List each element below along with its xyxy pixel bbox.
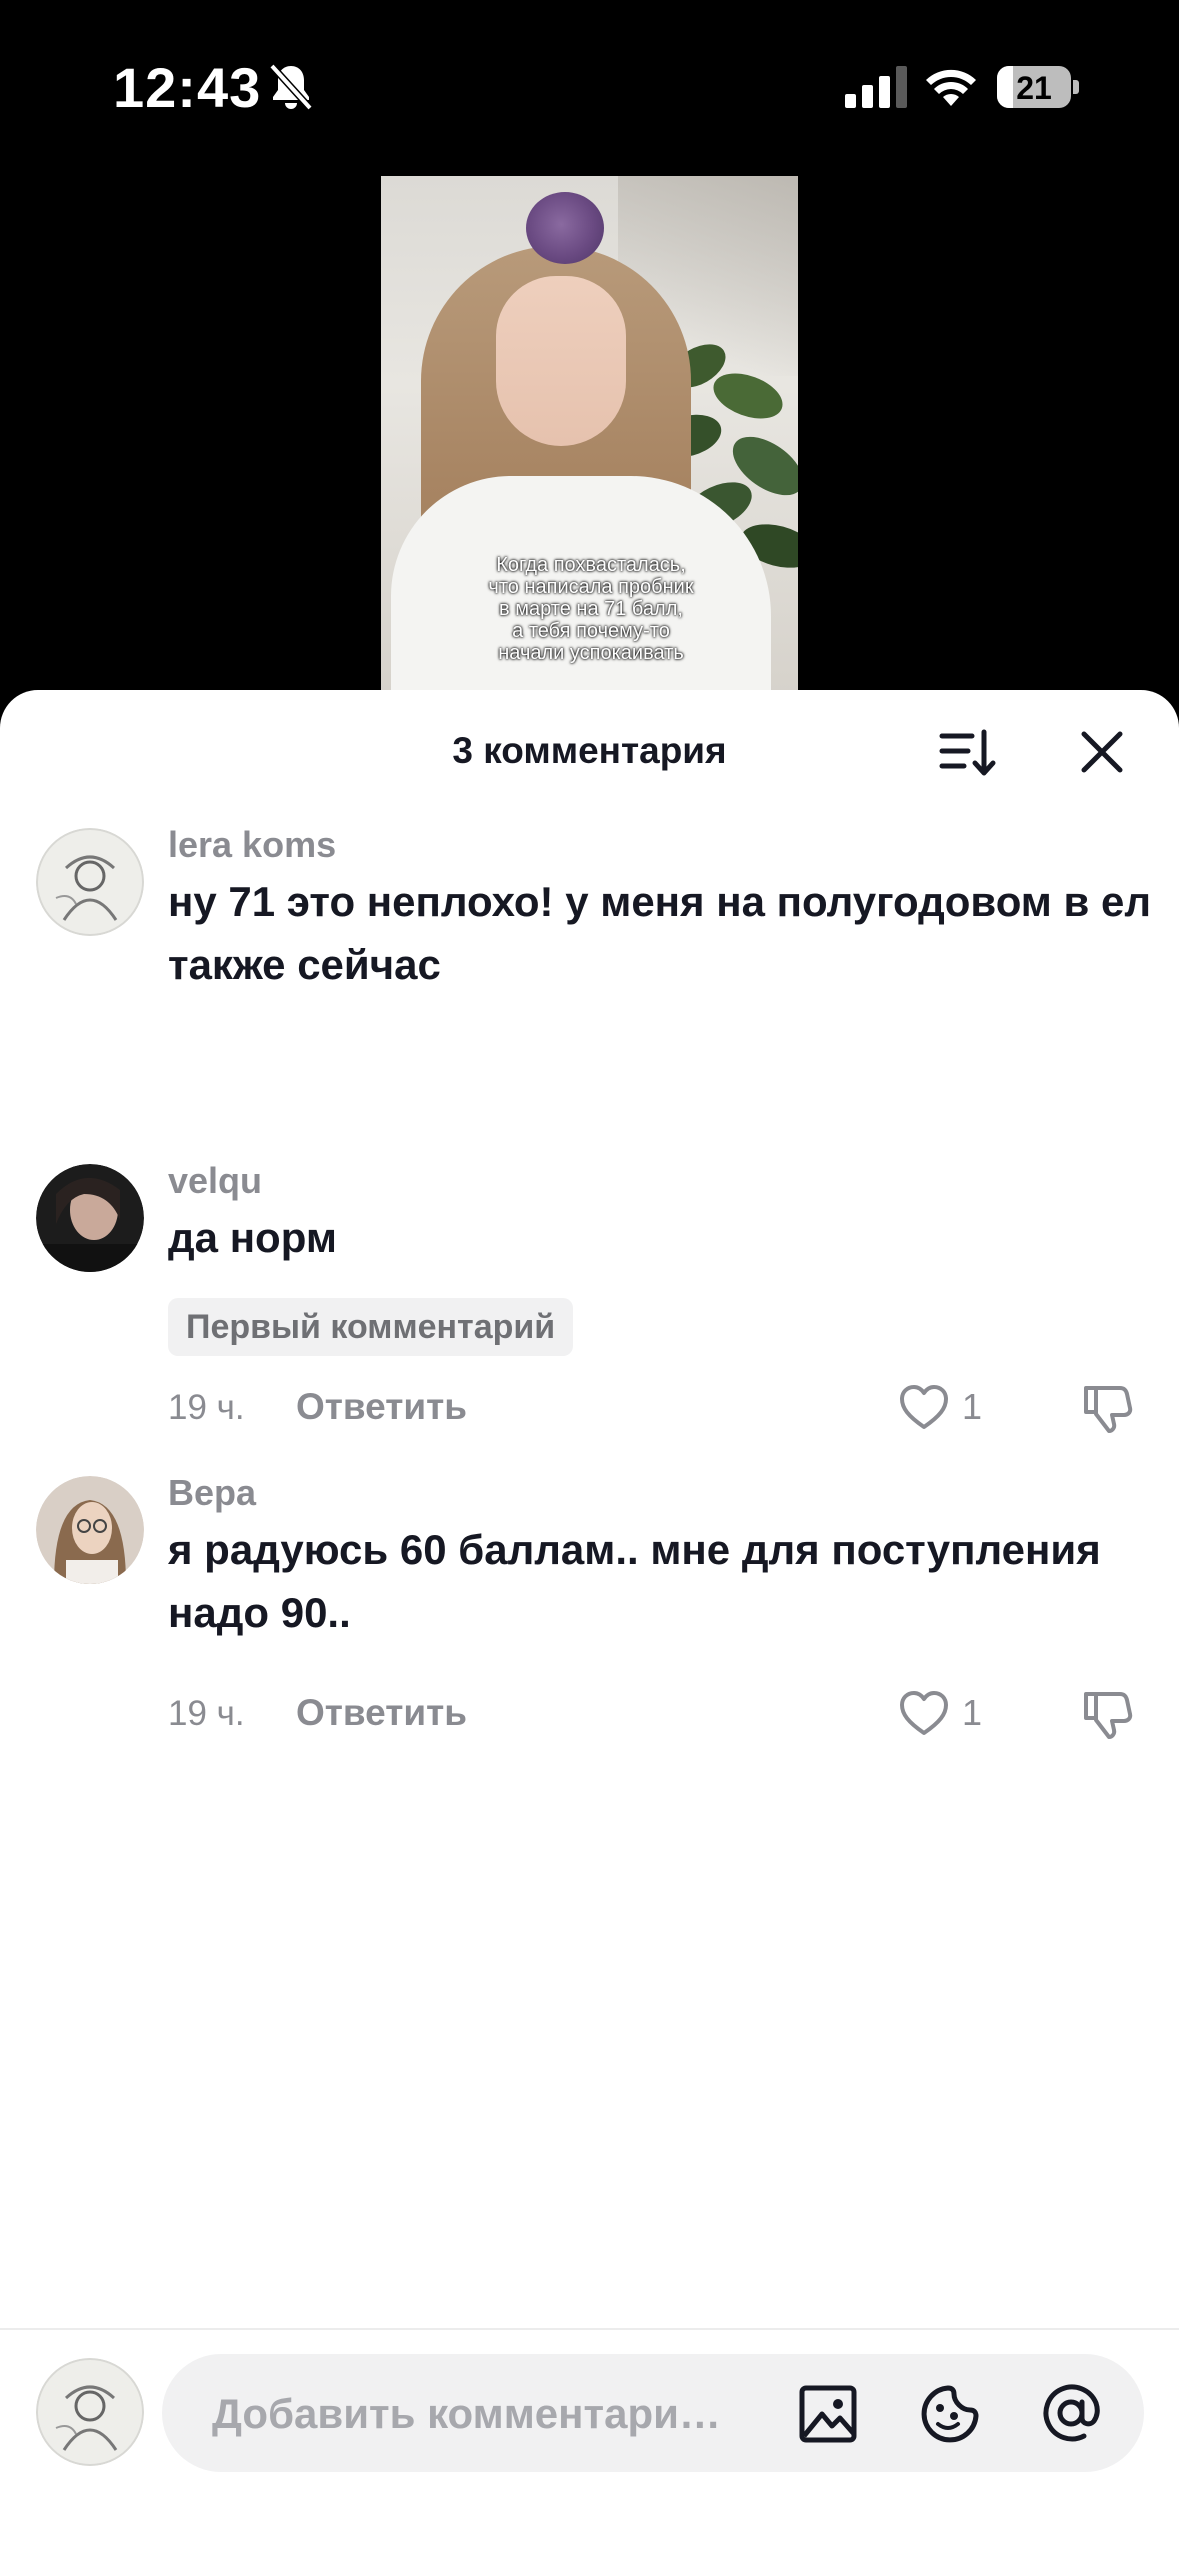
caption-line: а тебя почему-то [512, 620, 670, 642]
avatar[interactable] [36, 1476, 144, 1584]
avatar[interactable] [36, 828, 144, 936]
battery-icon: 21 [997, 66, 1079, 108]
comments-count-title: 3 комментария [452, 730, 727, 771]
comment-username[interactable]: lera koms [168, 824, 336, 866]
input-divider [0, 2328, 1179, 2330]
image-icon[interactable] [798, 2384, 858, 2444]
reply-button[interactable]: Ответить [296, 1386, 467, 1428]
close-icon[interactable] [1076, 726, 1128, 778]
comments-sheet: 3 комментария lera koms ну 71 это неплох… [0, 690, 1179, 2556]
avatar[interactable] [36, 1164, 144, 1272]
battery-level-text: 21 [1016, 70, 1052, 106]
caption-line: что написала пробник [488, 576, 694, 598]
comment-username[interactable]: Вера [168, 1472, 256, 1514]
caption-line: начали успокаивать [498, 642, 684, 664]
caption-line: Когда похвасталась, [496, 554, 686, 576]
comment-input-placeholder[interactable]: Добавить комментари… [212, 2390, 732, 2438]
wifi-icon [926, 69, 976, 106]
signal-icon [845, 66, 907, 108]
flower-image [526, 192, 604, 264]
comment-input[interactable]: Добавить комментари… [162, 2354, 1144, 2472]
comment-text: да норм [168, 1214, 337, 1261]
status-time: 12:43 [113, 56, 262, 119]
heart-icon[interactable] [898, 1382, 950, 1434]
status-bar: 12:43 21 [0, 0, 1179, 170]
comment-text: ну 71 это неплохо! у меня на полугодовом… [168, 878, 1152, 988]
avatar [36, 2358, 144, 2466]
mention-icon[interactable] [1038, 2380, 1104, 2446]
reply-button[interactable]: Ответить [296, 1692, 467, 1734]
comment-text: я радуюсь 60 баллам.. мне для поступлени… [168, 1526, 1101, 1636]
comment-time: 19 ч. [168, 1388, 245, 1427]
dislike-icon[interactable] [1080, 1686, 1134, 1740]
sort-icon[interactable] [938, 724, 996, 782]
like-count: 1 [962, 1386, 983, 1427]
dislike-icon[interactable] [1080, 1380, 1134, 1434]
emoji-icon[interactable] [918, 2382, 982, 2446]
person-face [496, 276, 626, 446]
video-thumbnail[interactable]: Когда похвасталась, что написала пробник… [381, 176, 798, 696]
first-comment-badge: Первый комментарий [168, 1298, 574, 1356]
caption-line: в марте на 71 балл, [499, 598, 683, 620]
bell-off-icon [269, 63, 313, 111]
like-count: 1 [962, 1692, 983, 1733]
comment-username[interactable]: velqu [168, 1160, 262, 1202]
video-caption: Когда похвасталась, что написала пробник… [441, 554, 741, 664]
comment-time: 19 ч. [168, 1694, 245, 1733]
heart-icon[interactable] [898, 1688, 950, 1740]
